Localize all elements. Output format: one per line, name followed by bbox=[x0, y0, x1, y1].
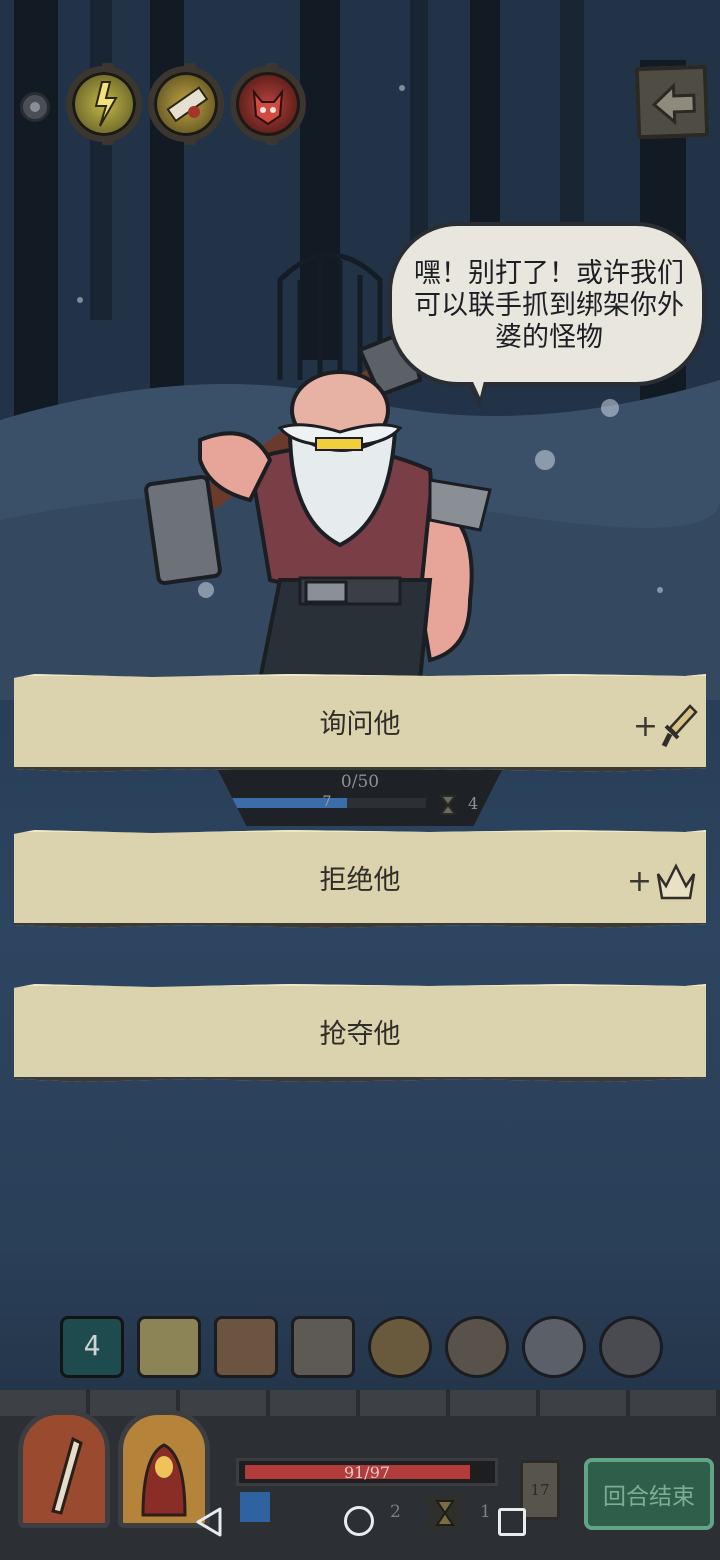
speech-bubble: 嘿！别打了！或许我们可以联手抓到绑架你外婆的怪物 bbox=[388, 222, 706, 386]
bandage-medal-icon[interactable] bbox=[148, 63, 224, 145]
hud-brick-border bbox=[0, 1390, 720, 1416]
crown-icon bbox=[656, 863, 696, 900]
card-pile-count: 4 bbox=[83, 1329, 101, 1362]
chest-card-icon[interactable] bbox=[214, 1316, 278, 1378]
health-text: 91/97 bbox=[343, 1463, 391, 1482]
arrow-left-icon bbox=[651, 82, 696, 126]
speech-text: 嘿！别打了！或许我们可以联手抓到绑架你外婆的怪物 bbox=[414, 258, 684, 353]
settings-gear-icon[interactable] bbox=[20, 92, 50, 122]
nav-home-icon[interactable] bbox=[344, 1506, 374, 1536]
option-label: 抢夺他 bbox=[319, 1019, 401, 1050]
option-refuse-button[interactable]: 拒绝他 + bbox=[14, 830, 706, 928]
end-turn-button[interactable]: 回合结束 bbox=[584, 1458, 714, 1530]
army-token-icon[interactable] bbox=[522, 1316, 586, 1378]
nav-recents-icon[interactable] bbox=[498, 1508, 526, 1536]
option-label: 询问他 bbox=[319, 709, 401, 740]
speech-bubble-tail-fill bbox=[467, 369, 487, 397]
boot-token-icon[interactable] bbox=[599, 1316, 663, 1378]
mana-icon bbox=[240, 1492, 270, 1522]
monster-medal-icon[interactable] bbox=[230, 63, 306, 145]
plus-sign: + bbox=[626, 864, 652, 899]
progress-bar-value: 7 bbox=[322, 794, 332, 810]
option-reward: + bbox=[627, 860, 698, 904]
progress-text: 0/50 bbox=[340, 772, 380, 792]
plus-sign: + bbox=[632, 709, 658, 744]
sword-icon bbox=[661, 704, 698, 748]
option-label: 拒绝他 bbox=[319, 865, 401, 896]
lightning-medal-icon[interactable] bbox=[66, 63, 142, 145]
anvil-card-icon[interactable] bbox=[291, 1316, 355, 1378]
skull-token-icon[interactable] bbox=[445, 1316, 509, 1378]
time-count: 1 bbox=[480, 1502, 491, 1522]
mana-count: 2 bbox=[390, 1502, 401, 1522]
mount-card-icon[interactable] bbox=[368, 1316, 432, 1378]
map-card-icon[interactable] bbox=[137, 1316, 201, 1378]
game-scene: 嘿！别打了！或许我们可以联手抓到绑架你外婆的怪物 询问他 + 0/50 7 4 … bbox=[0, 0, 720, 1560]
draw-pile[interactable]: 17 bbox=[520, 1460, 560, 1520]
option-ask-button[interactable]: 询问他 + bbox=[14, 674, 706, 772]
sword-portrait-icon bbox=[51, 1436, 83, 1515]
back-button[interactable] bbox=[634, 64, 710, 140]
affinity-progress-panel: 0/50 7 4 bbox=[218, 770, 502, 826]
option-reward: + bbox=[633, 704, 698, 750]
card-pile-icon[interactable]: 4 bbox=[60, 1316, 124, 1378]
turns-remaining: 4 bbox=[468, 794, 479, 813]
hourglass-icon bbox=[438, 795, 458, 815]
weapon-portrait[interactable] bbox=[18, 1410, 110, 1528]
hourglass-icon bbox=[428, 1496, 462, 1530]
option-rob-button[interactable]: 抢夺他 bbox=[14, 984, 706, 1082]
health-bar: 91/97 bbox=[236, 1458, 498, 1486]
draw-pile-count: 17 bbox=[530, 1481, 550, 1499]
hooded-hero-icon bbox=[141, 1443, 187, 1517]
nav-back-icon[interactable] bbox=[194, 1506, 226, 1538]
